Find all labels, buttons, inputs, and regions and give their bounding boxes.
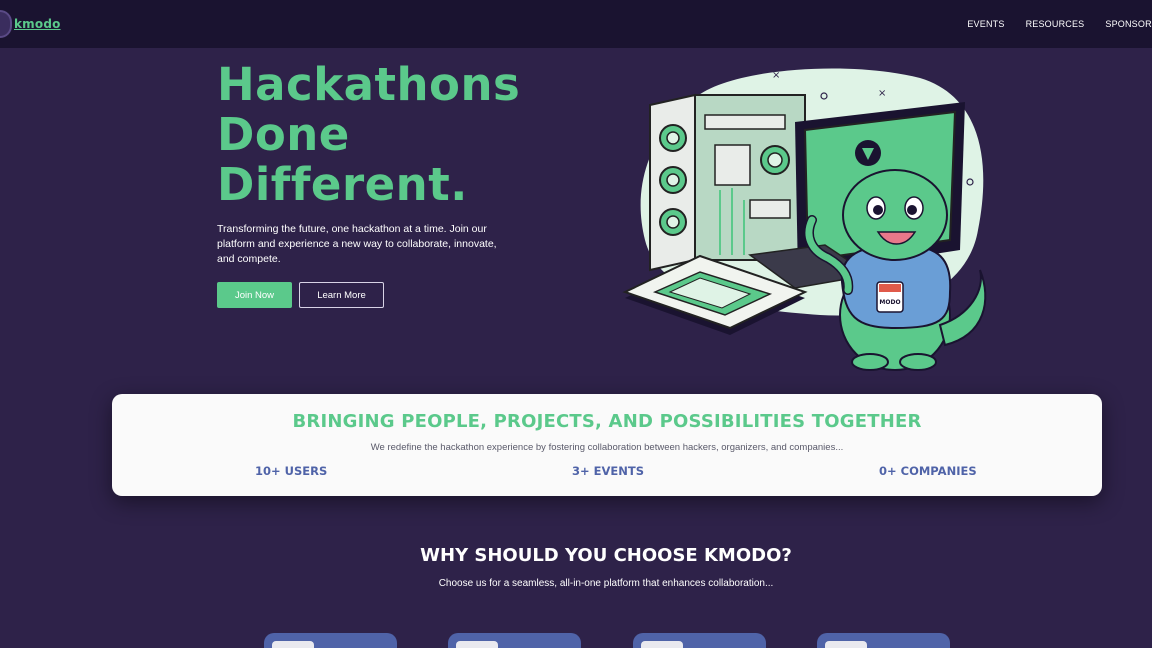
feature-icon-box — [641, 641, 683, 648]
mascot-badge-text: MODO — [879, 299, 900, 306]
pc-case — [649, 93, 806, 272]
sparkle-x-icon: × — [772, 70, 780, 81]
why-subtitle: Choose us for a seamless, all-in-one pla… — [438, 578, 774, 589]
feature-card-3[interactable] — [633, 633, 766, 648]
stat-users: 10+ USERS — [255, 464, 328, 478]
join-now-button[interactable]: Join Now — [217, 282, 292, 308]
feature-icon-box — [272, 641, 314, 648]
stats-card: BRINGING PEOPLE, PROJECTS, AND POSSIBILI… — [112, 394, 1102, 496]
feature-card-2[interactable] — [448, 633, 581, 648]
stat-events: 3+ EVENTS — [572, 464, 645, 478]
nav-link-sponsors[interactable]: SPONSORS — [1105, 19, 1152, 29]
logo-mark-icon — [0, 10, 12, 38]
top-nav: kmodo EVENTS RESOURCES SPONSORS — [0, 0, 1152, 48]
hero-title-line-3: Different. — [217, 158, 468, 211]
hero-title: Hackathons Done Different. — [217, 60, 557, 210]
nav-link-events[interactable]: EVENTS — [967, 19, 1004, 29]
hero-illustration: × × MODO — [622, 68, 987, 371]
why-title: WHY SHOULD YOU CHOOSE KMODO? — [420, 545, 792, 566]
feature-card-1[interactable] — [264, 633, 397, 648]
learn-more-button[interactable]: Learn More — [299, 282, 384, 308]
feature-icon-box — [456, 641, 498, 648]
stats-title: BRINGING PEOPLE, PROJECTS, AND POSSIBILI… — [292, 411, 922, 432]
hero-subtitle: Transforming the future, one hackathon a… — [217, 223, 497, 265]
sparkle-x-icon-2: × — [878, 88, 886, 99]
stat-companies: 0+ COMPANIES — [879, 464, 977, 478]
nav-link-resources[interactable]: RESOURCES — [1026, 19, 1085, 29]
stats-subtitle: We redefine the hackathon experience by … — [370, 442, 844, 453]
logo[interactable]: kmodo — [0, 10, 61, 38]
nav-links: EVENTS RESOURCES SPONSORS — [967, 19, 1152, 29]
hero-title-line-2: Done — [217, 108, 350, 161]
logo-text: kmodo — [14, 17, 61, 31]
hero-title-line-1: Hackathons — [217, 58, 521, 111]
feature-icon-box — [825, 641, 867, 648]
feature-card-4[interactable] — [817, 633, 950, 648]
